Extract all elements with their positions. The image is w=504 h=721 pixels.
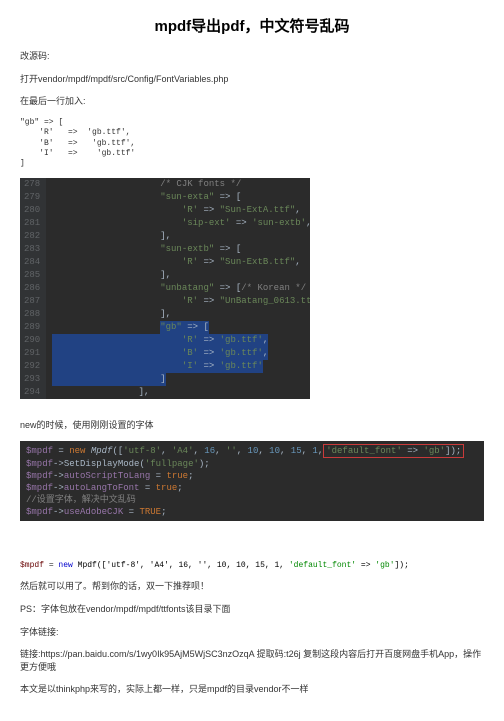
line-number: 286 — [24, 282, 40, 295]
code-snippet: "gb" => [ 'R' => 'gb.ttf', 'B' => 'gb.tt… — [20, 118, 484, 170]
code-line: "sun-exta" => [ — [52, 191, 304, 204]
code-line: "sun-extb" => [ — [52, 243, 304, 256]
code-line: 'R' => "Sun-ExtA.ttf", — [52, 204, 304, 217]
line-number: 281 — [24, 217, 40, 230]
line-number: 289 — [24, 321, 40, 334]
code-line: "unbatang" => [/* Korean */ — [52, 282, 304, 295]
line-number: 293 — [24, 373, 40, 386]
code-line: /* CJK fonts */ — [52, 178, 304, 191]
code-line: ] — [52, 373, 304, 386]
code-line: "gb" => [ — [52, 321, 304, 334]
line-number: 292 — [24, 360, 40, 373]
code-line: 'sip-ext' => 'sun-extb', /* SIP — [52, 217, 304, 230]
inline-code-line: $mpdf = new Mpdf(['utf-8', 'A4', 16, '',… — [20, 561, 484, 570]
paragraph: 改源码: — [20, 50, 484, 63]
code-editor-block-1: 2782792802812822832842852862872882892902… — [20, 178, 310, 399]
code-line: //设置字体，解决中文乱码 — [26, 494, 478, 506]
line-number: 294 — [24, 386, 40, 399]
code-line: $mpdf = new Mpdf(['utf-8', 'A4', 16, '',… — [26, 444, 478, 458]
paragraph: 打开vendor/mpdf/mpdf/src/Config/FontVariab… — [20, 73, 484, 86]
code-line: 'B' => 'gb.ttf', — [52, 347, 304, 360]
code-line: 'I' => 'gb.ttf' — [52, 360, 304, 373]
line-number: 288 — [24, 308, 40, 321]
paragraph: 本文是以thinkphp来写的，实际上都一样，只是mpdf的目录vendor不一… — [20, 683, 484, 696]
line-number: 279 — [24, 191, 40, 204]
paragraph: PS：字体包放在vendor/mpdf/mpdf/ttfonts该目录下面 — [20, 603, 484, 616]
code-line: 'R' => "UnBatang_0613.ttf", — [52, 295, 304, 308]
line-number: 287 — [24, 295, 40, 308]
code-line: ], — [52, 269, 304, 282]
code-line: ], — [52, 308, 304, 321]
code-line: $mpdf->autoLangToFont = true; — [26, 482, 478, 494]
code-line: $mpdf->useAdobeCJK = TRUE; — [26, 506, 478, 518]
code-line: ], — [52, 386, 304, 399]
code-line: 'R' => 'gb.ttf', — [52, 334, 304, 347]
paragraph: 字体链接: — [20, 626, 484, 639]
paragraph: 链接:https://pan.baidu.com/s/1wy0Ik95AjM5W… — [20, 648, 484, 673]
code-line: 'R' => "Sun-ExtB.ttf", — [52, 256, 304, 269]
paragraph: new的时候，使用刚刚设置的字体 — [20, 419, 484, 432]
line-number: 278 — [24, 178, 40, 191]
line-number: 283 — [24, 243, 40, 256]
paragraph: 然后就可以用了。帮到你的话，双一下推荐呗！ — [20, 580, 484, 593]
line-number: 291 — [24, 347, 40, 360]
code-line: ], — [52, 230, 304, 243]
code-line: $mpdf->SetDisplayMode('fullpage'); — [26, 458, 478, 470]
page-title: mpdf导出pdf，中文符号乱码 — [20, 15, 484, 36]
line-number: 285 — [24, 269, 40, 282]
code-editor-block-2: $mpdf = new Mpdf(['utf-8', 'A4', 16, '',… — [20, 441, 484, 521]
line-number: 280 — [24, 204, 40, 217]
paragraph: 在最后一行加入: — [20, 95, 484, 108]
line-number: 282 — [24, 230, 40, 243]
line-number: 284 — [24, 256, 40, 269]
code-line: $mpdf->autoScriptToLang = true; — [26, 470, 478, 482]
line-number: 290 — [24, 334, 40, 347]
